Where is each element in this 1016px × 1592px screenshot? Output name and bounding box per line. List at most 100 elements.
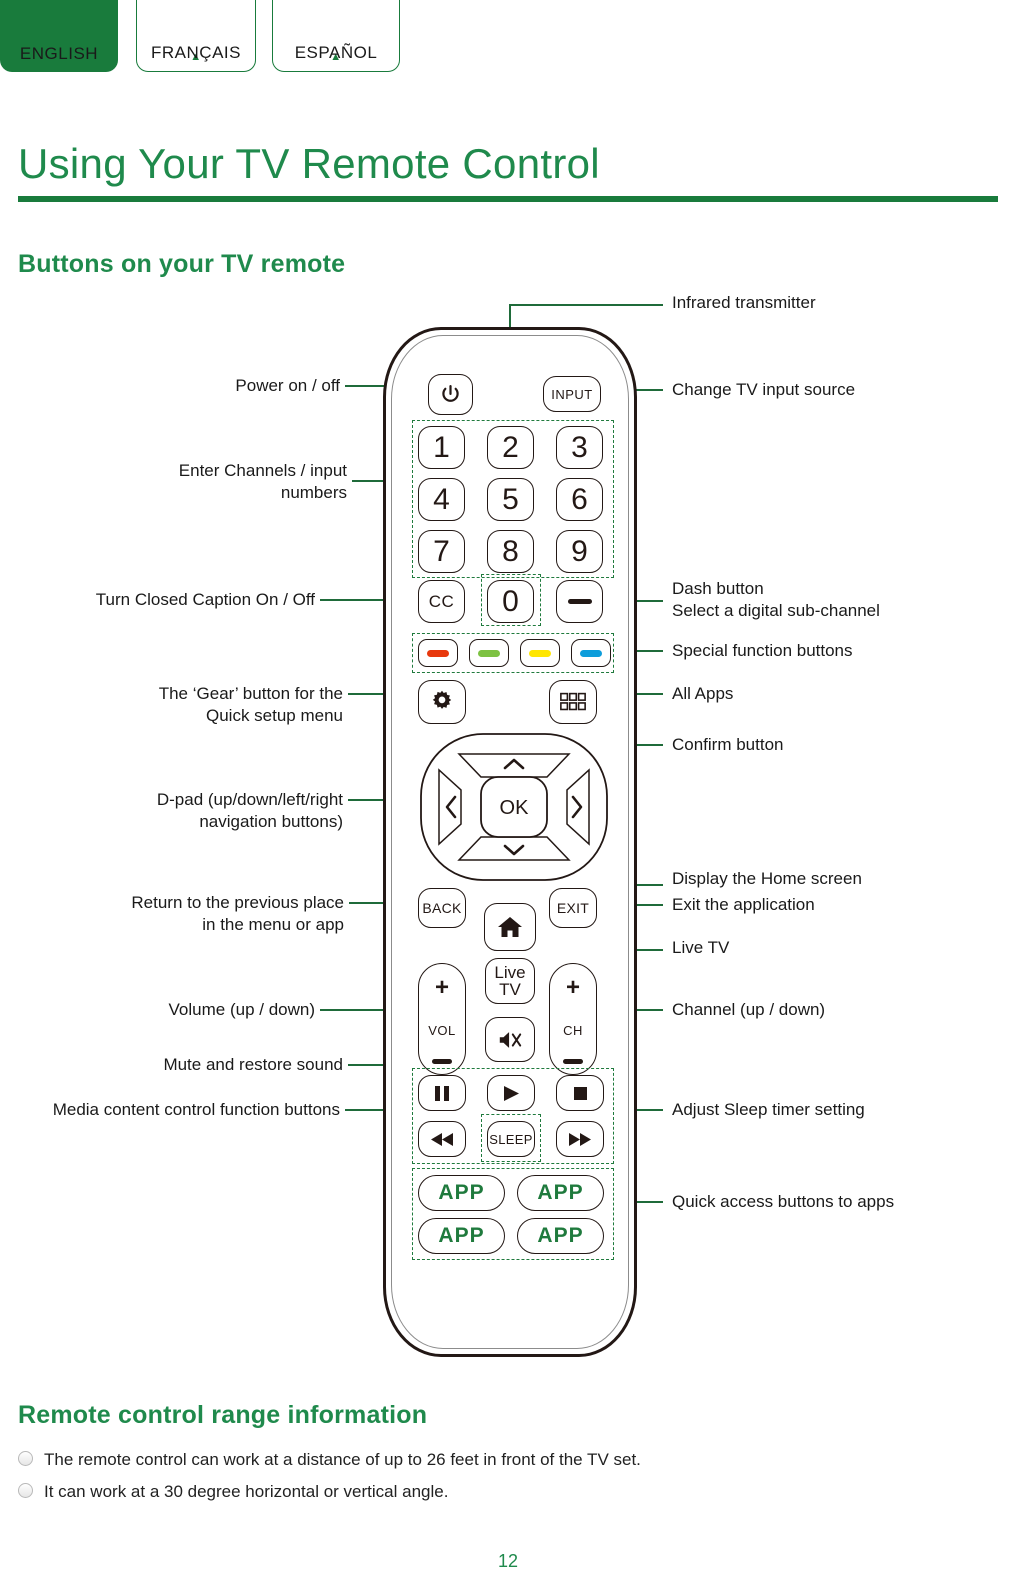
number-3-label: 3 [571,430,588,464]
tv-remote-illustration: INPUT 1 2 3 4 5 6 7 8 9 CC 0 OK BACK EXI… [383,327,637,1357]
number-button-1[interactable]: 1 [418,426,465,469]
app-button-2-label: APP [537,1181,584,1204]
number-button-8[interactable]: 8 [487,530,534,573]
number-7-label: 7 [433,534,450,568]
blue-key-icon [580,649,602,657]
dpad-up-button [457,753,571,778]
channel-rocker[interactable]: + CH [549,963,597,1075]
input-button[interactable]: INPUT [543,376,601,412]
number-button-6[interactable]: 6 [556,478,603,521]
callout-home-label: Display the Home screen [672,869,862,888]
number-8-label: 8 [502,534,519,568]
input-button-label: INPUT [551,386,593,402]
language-tab-english[interactable]: ENGLISH [0,0,118,72]
power-button[interactable] [428,374,473,415]
callout-apps-label: Quick access buttons to apps [672,1192,895,1211]
app-button-3[interactable]: APP [418,1218,505,1254]
fast-forward-icon [569,1132,591,1146]
stop-button[interactable] [556,1075,604,1111]
callout-sleep-label: Adjust Sleep timer setting [672,1100,865,1119]
channel-up-icon[interactable]: + [566,974,580,1002]
volume-label: VOL [428,1022,456,1038]
callout-dpad-label: D-pad (up/down/left/right navigation but… [156,790,343,831]
volume-down-icon[interactable] [432,1058,452,1064]
home-button[interactable] [484,903,536,951]
number-button-2[interactable]: 2 [487,426,534,469]
dpad-control[interactable]: OK [419,732,609,882]
number-6-label: 6 [571,482,588,516]
language-tab-espanol[interactable]: ESPAÑOL ▲ [272,0,400,72]
callout-cc-label: Turn Closed Caption On / Off [95,590,315,609]
callout-exit-label: Exit the application [672,895,815,914]
range-bullet-2-text: It can work at a 30 degree horizontal or… [44,1482,449,1501]
range-bullet-1-text: The remote control can work at a distanc… [44,1450,641,1469]
callout-vol-label: Volume (up / down) [168,1000,315,1019]
number-button-9[interactable]: 9 [556,530,603,573]
home-icon [498,917,522,937]
pause-icon [435,1085,449,1101]
fast-forward-button[interactable] [556,1121,604,1157]
callout-dash-label: Dash button Select a digital sub-channel [672,579,880,620]
cc-label: CC [428,591,455,611]
number-button-5[interactable]: 5 [487,478,534,521]
callout-infrared-label: Infrared transmitter [672,293,816,312]
live-tv-button[interactable]: Live TV [485,958,535,1004]
language-tab-francais-label: FRANÇAIS [151,43,241,62]
closed-caption-button[interactable]: CC [418,580,465,623]
dpad-right-button [566,768,590,846]
callout-channel-label: Channel (up / down) [672,1000,826,1019]
app-button-2[interactable]: APP [517,1175,604,1211]
callout-confirm-label: Confirm button [672,735,784,754]
chevron-right-icon [571,795,583,819]
number-button-4[interactable]: 4 [418,478,465,521]
mute-button[interactable] [485,1017,535,1062]
chevron-up-icon [503,758,525,770]
app-button-1[interactable]: APP [418,1175,505,1211]
language-tab-francais[interactable]: FRANÇAIS ▲ [136,0,256,72]
pause-button[interactable] [418,1075,466,1111]
range-bullet-1: The remote control can work at a distanc… [18,1450,641,1470]
bullet-dot-icon [18,1483,33,1498]
volume-rocker[interactable]: + VOL [418,963,466,1075]
title-divider [18,196,998,202]
green-key-button[interactable] [469,639,509,667]
grid-icon [560,692,586,711]
rewind-button[interactable] [418,1121,466,1157]
volume-up-icon[interactable]: + [435,974,449,1002]
app-button-4[interactable]: APP [517,1218,604,1254]
sleep-button-label: SLEEP [489,1131,533,1147]
number-button-7[interactable]: 7 [418,530,465,573]
dpad-down-button [457,836,571,861]
page-title: Using Your TV Remote Control [18,140,600,187]
channel-down-icon[interactable] [563,1058,583,1064]
dpad-left-button [438,768,462,846]
blue-key-button[interactable] [571,639,611,667]
back-button[interactable]: BACK [418,888,466,928]
number-button-3[interactable]: 3 [556,426,603,469]
sleep-button[interactable]: SLEEP [487,1121,535,1157]
red-key-button[interactable] [418,639,458,667]
number-2-label: 2 [502,430,519,464]
live-tv-label-line2: TV [499,980,521,999]
app-button-4-label: APP [537,1224,584,1247]
green-key-icon [478,649,500,657]
yellow-key-button[interactable] [520,639,560,667]
play-icon [503,1085,519,1101]
callout-special-label: Special function buttons [672,641,853,660]
play-button[interactable] [487,1075,535,1111]
callout-media-label: Media content control function buttons [52,1100,340,1119]
number-9-label: 9 [571,534,588,568]
bullet-dot-icon [18,1451,33,1466]
dash-icon [567,598,592,604]
number-button-0[interactable]: 0 [487,580,534,623]
app-button-1-label: APP [438,1181,485,1204]
language-tab-english-label: ENGLISH [19,44,99,63]
exit-button[interactable]: EXIT [549,888,597,928]
language-tab-espanol-label: ESPAÑOL [294,43,378,62]
all-apps-button[interactable] [549,680,597,724]
chevron-down-icon [503,844,525,856]
dash-button[interactable] [556,580,603,623]
quick-setup-gear-button[interactable] [418,680,466,724]
ok-button-label: OK [500,797,530,819]
channel-label: CH [563,1022,583,1038]
